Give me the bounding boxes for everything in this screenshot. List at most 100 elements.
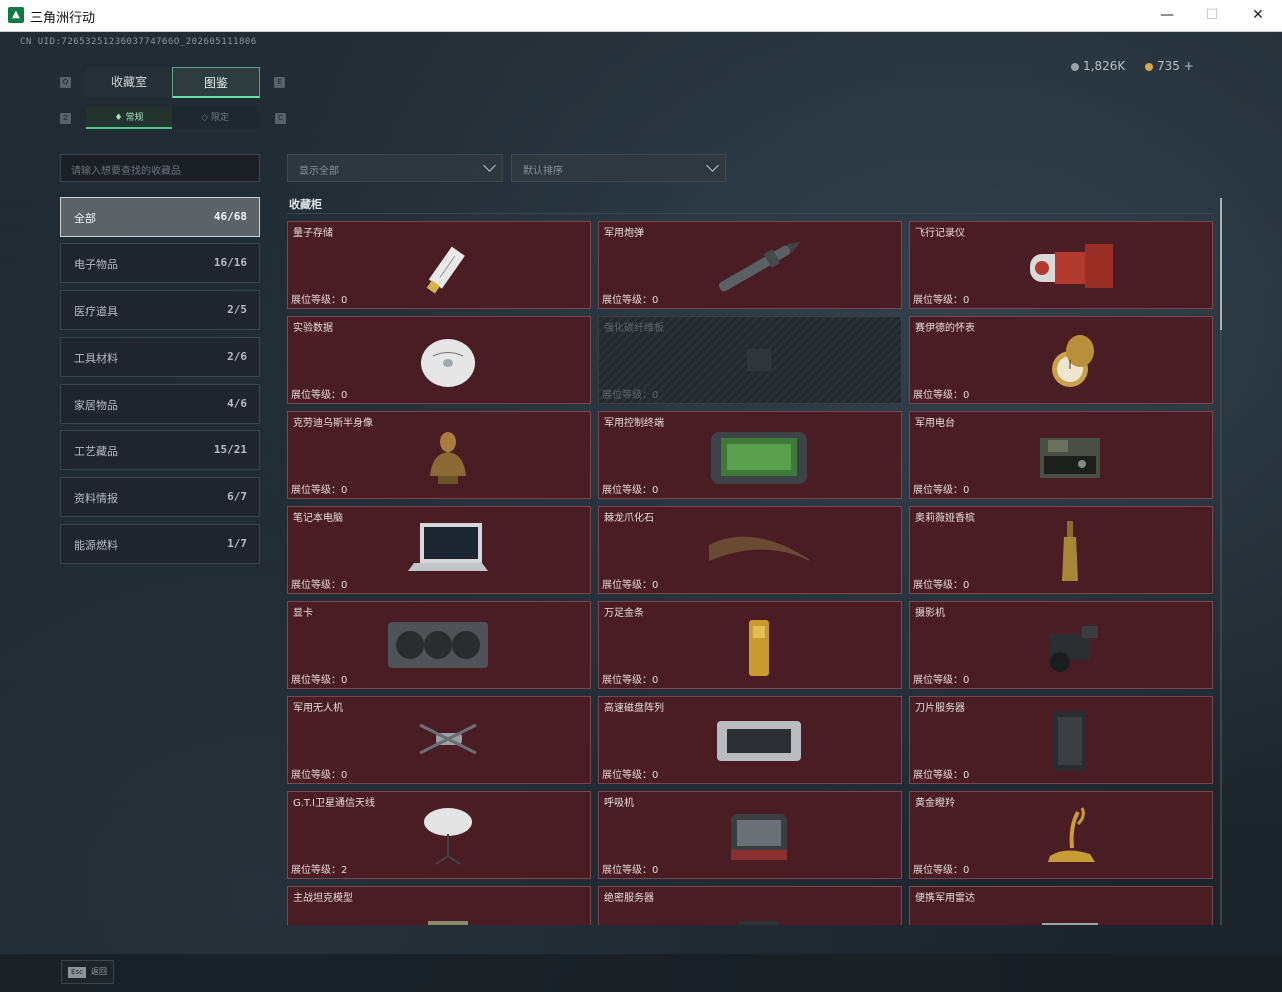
- item-name: 高速磁盘阵列: [604, 703, 664, 714]
- item-level: 展位等级：0: [602, 580, 659, 591]
- usb-drive-icon: [426, 246, 465, 294]
- item-level: 展位等级：0: [913, 675, 970, 686]
- item-card[interactable]: 主战坦克模型: [287, 886, 591, 925]
- portable-radar-icon: [1042, 923, 1098, 925]
- limited-icon: ◇: [201, 113, 211, 123]
- item-card[interactable]: 笔记本电脑 展位等级：0: [287, 506, 591, 594]
- item-level: 展位等级：0: [913, 770, 970, 781]
- bust-statue-icon: [430, 432, 466, 484]
- coin-icon: [1071, 62, 1079, 71]
- item-card[interactable]: 实验数据 展位等级：0: [287, 316, 591, 404]
- item-level: 展位等级：0: [913, 295, 970, 306]
- item-level: 展位等级：2: [291, 865, 348, 876]
- gem-balance[interactable]: 735 +: [1145, 59, 1194, 73]
- app-logo-icon: ▲: [8, 7, 24, 23]
- bottom-bar: [0, 954, 1282, 992]
- category-all[interactable]: 全部 46/68: [60, 197, 260, 237]
- minimize-button[interactable]: —: [1152, 4, 1182, 26]
- artillery-shell-icon: [718, 242, 801, 292]
- data-disc-icon: [421, 339, 475, 387]
- military-radio-icon: [1040, 438, 1100, 478]
- category-label: 电子物品: [74, 258, 118, 271]
- item-card[interactable]: 军用控制终端 展位等级：0: [598, 411, 902, 499]
- item-level: 展位等级：0: [602, 865, 659, 876]
- item-card[interactable]: 黄金瞪羚 展位等级：0: [909, 791, 1213, 879]
- item-level: 展位等级：0: [291, 770, 348, 781]
- item-card[interactable]: G.T.I卫星通信天线 展位等级：2: [287, 791, 591, 879]
- item-card[interactable]: 显卡 展位等级：0: [287, 601, 591, 689]
- grid-scrollbar-thumb[interactable]: [1220, 198, 1222, 330]
- subtab-normal-label: 常规: [125, 113, 144, 123]
- item-card[interactable]: 军用无人机 展位等级：0: [287, 696, 591, 784]
- item-card[interactable]: 克劳迪乌斯半身像 展位等级：0: [287, 411, 591, 499]
- filter-show-dropdown[interactable]: 显示全部: [287, 154, 503, 182]
- item-level: 展位等级：0: [602, 295, 659, 306]
- item-card[interactable]: 赛伊德的怀表 展位等级：0: [909, 316, 1213, 404]
- item-name: 显卡: [293, 608, 313, 619]
- esc-key: Esc: [68, 967, 86, 978]
- section-title: 收藏柜: [289, 198, 322, 211]
- item-name: 实验数据: [293, 323, 333, 334]
- disk-array-icon: [717, 721, 801, 761]
- maximize-button[interactable]: ☐: [1197, 4, 1227, 26]
- item-card[interactable]: 军用电台 展位等级：0: [909, 411, 1213, 499]
- item-name: 笔记本电脑: [293, 513, 343, 524]
- normal-icon: ♦: [114, 113, 126, 123]
- category-household[interactable]: 家居物品 4/6: [60, 384, 260, 424]
- item-name: 军用无人机: [293, 703, 343, 714]
- search-input[interactable]: 请输入想要查找的收藏品: [60, 154, 260, 182]
- filter-show-value: 显示全部: [299, 166, 339, 177]
- item-name: 呼吸机: [604, 798, 634, 809]
- video-camera-icon: [1050, 626, 1098, 672]
- category-crafts[interactable]: 工艺藏品 15/21: [60, 430, 260, 470]
- category-label: 全部: [74, 212, 96, 225]
- item-card[interactable]: 绝密服务器: [598, 886, 902, 925]
- champagne-bottle-icon: [1062, 521, 1078, 581]
- locked-item-icon: [747, 349, 771, 371]
- item-level: 展位等级：0: [913, 390, 970, 401]
- subtab-normal[interactable]: ♦ 常规: [86, 107, 172, 129]
- item-card[interactable]: 量子存储 展位等级：0: [287, 221, 591, 309]
- item-name: 摄影机: [915, 608, 945, 619]
- tank-model-icon: [428, 921, 468, 925]
- category-energy[interactable]: 能源燃料 1/7: [60, 524, 260, 564]
- category-tools[interactable]: 工具材料 2/6: [60, 337, 260, 377]
- item-name: 强化碳纤维板: [604, 323, 664, 334]
- item-card[interactable]: 便携军用雷达: [909, 886, 1213, 925]
- sort-dropdown[interactable]: 默认排序: [511, 154, 726, 182]
- keyhint-q: Q: [60, 77, 71, 88]
- back-button[interactable]: Esc 返回: [61, 960, 114, 984]
- subtab-limited-label: 限定: [210, 113, 229, 123]
- item-card[interactable]: 摄影机 展位等级：0: [909, 601, 1213, 689]
- category-label: 工艺藏品: [74, 445, 118, 458]
- tab-atlas[interactable]: 图鉴: [172, 67, 260, 98]
- category-medical[interactable]: 医疗道具 2/5: [60, 290, 260, 330]
- category-label: 家居物品: [74, 399, 118, 412]
- item-name: 主战坦克模型: [293, 893, 353, 904]
- graphics-card-icon: [388, 622, 488, 668]
- close-button[interactable]: ✕: [1243, 4, 1273, 26]
- item-card[interactable]: 刀片服务器 展位等级：0: [909, 696, 1213, 784]
- coin-balance: 1,826K: [1071, 59, 1125, 73]
- satellite-dish-icon: [424, 808, 472, 865]
- item-card-locked[interactable]: 强化碳纤维板 展位等级：0: [598, 316, 902, 404]
- category-electronics[interactable]: 电子物品 16/16: [60, 243, 260, 283]
- item-name: 赛伊德的怀表: [915, 323, 975, 334]
- item-card[interactable]: 棘龙爪化石 展位等级：0: [598, 506, 902, 594]
- item-card[interactable]: 高速磁盘阵列 展位等级：0: [598, 696, 902, 784]
- item-card[interactable]: 奥莉薇娅香槟 展位等级：0: [909, 506, 1213, 594]
- category-intel[interactable]: 资料情报 6/7: [60, 477, 260, 517]
- game-area: CN UID:7265325123603774766O_202605111806…: [0, 32, 1282, 992]
- blade-server-icon: [1054, 711, 1086, 771]
- item-name: 军用炮弹: [604, 228, 644, 239]
- item-card[interactable]: 军用炮弹 展位等级：0: [598, 221, 902, 309]
- item-name: 量子存储: [293, 228, 333, 239]
- category-count: 46/68: [213, 210, 247, 223]
- item-card[interactable]: 万足金条 展位等级：0: [598, 601, 902, 689]
- tab-collection[interactable]: 收藏室: [86, 67, 172, 97]
- section-divider: [287, 213, 1213, 214]
- category-count: 1/7: [227, 537, 247, 550]
- subtab-limited[interactable]: ◇ 限定: [172, 107, 258, 129]
- item-card[interactable]: 飞行记录仪 展位等级：0: [909, 221, 1213, 309]
- item-card[interactable]: 呼吸机 展位等级：0: [598, 791, 902, 879]
